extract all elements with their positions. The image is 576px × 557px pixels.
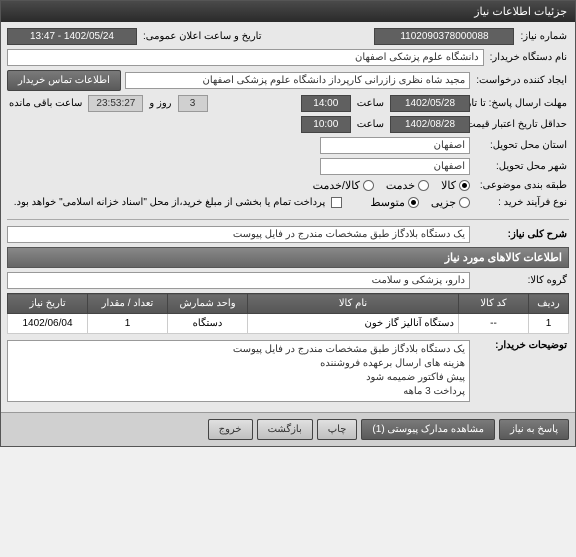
announce-value: 1402/05/24 - 13:47 (7, 28, 137, 45)
title-bar: جزئیات اطلاعات نیاز (1, 1, 575, 22)
cell-name: دستگاه آنالیز گاز خون (248, 314, 459, 334)
cell-unit: دستگاه (168, 314, 248, 334)
validity-label: حداقل تاریخ اعتبار قیمت: تا تاریخ: (474, 119, 569, 130)
cell-date: 1402/06/04 (8, 314, 88, 334)
respond-button[interactable]: پاسخ به نیاز (499, 419, 569, 440)
table-row[interactable]: 1 -- دستگاه آنالیز گاز خون دستگاه 1 1402… (8, 314, 569, 334)
org-value: دانشگاه علوم پزشکی اصفهان (7, 49, 484, 66)
payment-note: پرداخت تمام یا بخشی از مبلغ خرید،از محل … (12, 197, 328, 208)
goods-table: ردیف کد کالا نام کالا واحد شمارش تعداد /… (7, 293, 569, 334)
summary-label: شرح کلی نیاز: (474, 229, 569, 240)
deadline-label: مهلت ارسال پاسخ: تا تاریخ: (474, 98, 569, 109)
radio-icon (459, 180, 470, 191)
city-value: اصفهان (320, 158, 470, 175)
radio-icon (418, 180, 429, 191)
city-label: شهر محل تحویل: (474, 161, 569, 172)
creator-label: ایجاد کننده درخواست: (474, 75, 569, 86)
process-label: نوع فرآیند خرید : (474, 197, 569, 208)
summary-value: یک دستگاه بلادگاز طبق مشخصات مندرج در فا… (7, 226, 470, 243)
footer-buttons: پاسخ به نیاز مشاهده مدارک پیوستی (1) چاپ… (1, 412, 575, 446)
radio-icon (408, 197, 419, 208)
deadline-date: 1402/05/28 (390, 95, 470, 112)
print-button[interactable]: چاپ (317, 419, 358, 440)
process-radio-group: جزیی متوسط (370, 196, 470, 209)
cell-code: -- (459, 314, 529, 334)
th-unit: واحد شمارش (168, 294, 248, 314)
category-label: طبقه بندی موضوعی: (474, 180, 569, 191)
province-value: اصفهان (320, 137, 470, 154)
time-label-1: ساعت (355, 98, 386, 109)
radio-small[interactable]: جزیی (431, 196, 470, 209)
category-radio-group: کالا خدمت کالا/خدمت (313, 179, 470, 192)
th-row: ردیف (529, 294, 569, 314)
radio-icon (459, 197, 470, 208)
remaining-label: ساعت باقی مانده (7, 98, 84, 109)
validity-date: 1402/08/28 (390, 116, 470, 133)
deadline-time: 14:00 (301, 95, 351, 112)
treasury-checkbox[interactable] (331, 197, 342, 208)
radio-both[interactable]: کالا/خدمت (313, 179, 374, 192)
days-remaining: 3 (178, 95, 208, 112)
radio-goods[interactable]: کالا (441, 179, 470, 192)
exit-button[interactable]: خروج (208, 419, 253, 440)
cell-row: 1 (529, 314, 569, 334)
contact-info-button[interactable]: اطلاعات تماس خریدار (7, 70, 121, 91)
province-label: استان محل تحویل: (474, 140, 569, 151)
radio-icon (363, 180, 374, 191)
org-label: نام دستگاه خریدار: (488, 52, 569, 63)
announce-label: تاریخ و ساعت اعلان عمومی: (141, 31, 264, 42)
countdown-value: 23:53:27 (88, 95, 143, 112)
notes-label: توضیحات خریدار: (474, 340, 569, 351)
th-code: کد کالا (459, 294, 529, 314)
time-label-2: ساعت (355, 119, 386, 130)
table-header-row: ردیف کد کالا نام کالا واحد شمارش تعداد /… (8, 294, 569, 314)
th-qty: تعداد / مقدار (88, 294, 168, 314)
goods-group-label: گروه کالا: (474, 275, 569, 286)
back-button[interactable]: بازگشت (257, 419, 313, 440)
validity-time: 10:00 (301, 116, 351, 133)
goods-section-header: اطلاعات کالاهای مورد نیاز (7, 247, 569, 268)
day-and-label: روز و (147, 98, 173, 109)
creator-value: مجید شاه نظری زازرانی کارپرداز دانشگاه ع… (125, 72, 470, 89)
need-number-label: شماره نیاز: (518, 31, 569, 42)
th-name: نام کالا (248, 294, 459, 314)
notes-value: یک دستگاه بلادگاز طبق مشخصات مندرج در فا… (7, 340, 470, 402)
radio-service[interactable]: خدمت (386, 179, 429, 192)
form-content: شماره نیاز: 1102090378000088 تاریخ و ساع… (1, 22, 575, 412)
cell-qty: 1 (88, 314, 168, 334)
radio-medium[interactable]: متوسط (370, 196, 419, 209)
th-date: تاریخ نیاز (8, 294, 88, 314)
attachments-button[interactable]: مشاهده مدارک پیوستی (1) (361, 419, 495, 440)
window-title: جزئیات اطلاعات نیاز (474, 5, 567, 18)
need-number-value: 1102090378000088 (374, 28, 514, 45)
details-window: جزئیات اطلاعات نیاز شماره نیاز: 11020903… (0, 0, 576, 447)
goods-group-value: دارو، پزشکی و سلامت (7, 272, 470, 289)
